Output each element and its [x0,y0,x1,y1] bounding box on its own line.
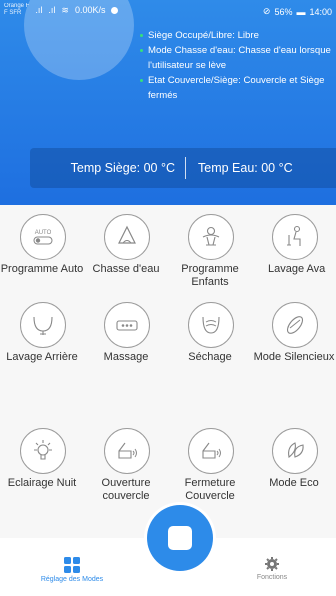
function-lavage-avant[interactable]: Lavage Ava [252,210,336,290]
stop-square-icon [168,526,192,550]
battery-icon: ▬ [296,6,306,17]
info-item: Etat Couvercle/Siège: Couvercle et Siège… [140,73,335,103]
water-temperature: Temp Eau: 00 °C [198,161,293,175]
eco-icon [272,428,318,474]
seat-temperature: Temp Siège: 00 °C [70,161,175,175]
function-label: Ouverture couvercle [101,477,151,502]
function-label: Programme Enfants [181,263,239,288]
info-item: Mode Chasse d'eau: Chasse d'eau lorsque … [140,43,335,73]
function-label: Chasse d'eau [92,263,160,275]
function-programme-enfants[interactable]: Programme Enfants [168,210,252,290]
nav-left-label: Réglage des Modes [40,576,104,583]
drying-icon [188,302,234,348]
silent-mode-icon [272,302,318,348]
info-item: Siège Occupé/Libre: Libre [140,28,335,43]
nav-right-label: Fonctions [256,574,288,581]
function-label: Séchage [188,351,232,363]
flush-icon [104,214,150,260]
center-action-button[interactable] [147,505,213,571]
function-label: Lavage Ava [268,263,326,275]
function-label: Eclairage Nuit [7,477,77,489]
lid-close-icon [188,428,234,474]
nav-fonctions[interactable]: Fonctions [222,556,322,581]
function-label: Fermeture Couvercle [184,477,236,502]
header-panel: Orange F F SFR .ıl .ıl ≋ 0.00K/s ⊘ 56% ▬… [0,0,336,205]
front-wash-icon [272,214,318,260]
carrier-line-1: Orange F [4,3,30,9]
function-ouverture-couvercle[interactable]: Ouverture couvercle [84,424,168,504]
gear-icon [265,557,279,571]
lid-open-icon [104,428,150,474]
rear-wash-icon [20,302,66,348]
temperature-bar: Temp Siège: 00 °C Temp Eau: 00 °C [30,148,336,188]
wifi-icon: ≋ [61,4,69,15]
grid-icon [64,557,80,573]
function-label: Mode Eco [269,477,319,489]
function-mode-eco[interactable]: Mode Eco [252,424,336,504]
nav-reglage-modes[interactable]: Réglage des Modes [22,556,122,583]
status-bar: Orange F F SFR .ıl .ıl ≋ 0.00K/s ⊘ 56% ▬… [0,0,336,22]
status-info-list: Siège Occupé/Libre: Libre Mode Chasse d'… [140,28,335,103]
mute-icon: ⊘ [262,6,271,16]
signal-icon: .ıl [35,5,43,15]
children-icon [188,214,234,260]
auto-toggle-icon: AUTO [20,214,66,260]
function-fermeture-couvercle[interactable]: Fermeture Couvercle [168,424,252,504]
function-label: Programme Auto [0,263,84,275]
notification-dot-icon [111,6,119,14]
function-sechage[interactable]: Séchage [168,298,252,378]
function-eclairage-nuit[interactable]: Eclairage Nuit [0,424,84,504]
function-lavage-arriere[interactable]: Lavage Arrière [0,298,84,378]
night-light-icon [20,428,66,474]
function-label: Massage [103,351,149,363]
massage-icon [104,302,150,348]
function-programme-auto[interactable]: AUTO Programme Auto [0,210,84,290]
carrier-label: Orange F F SFR [4,3,29,17]
function-massage[interactable]: Massage [84,298,168,378]
temperature-divider [185,157,186,179]
function-chasse-deau[interactable]: Chasse d'eau [84,210,168,290]
function-mode-silencieux[interactable]: Mode Silencieux [252,298,336,378]
function-label: Mode Silencieux [253,351,335,363]
auto-text: AUTO [35,230,52,236]
carrier-line-2: F SFR [4,10,22,16]
signal-icon-2: .ıl [48,5,56,15]
battery-percent: 56% [274,6,293,17]
clock: 14:00 [309,6,332,17]
network-speed: 0.00K/s [74,5,106,15]
function-label: Lavage Arrière [6,351,78,363]
